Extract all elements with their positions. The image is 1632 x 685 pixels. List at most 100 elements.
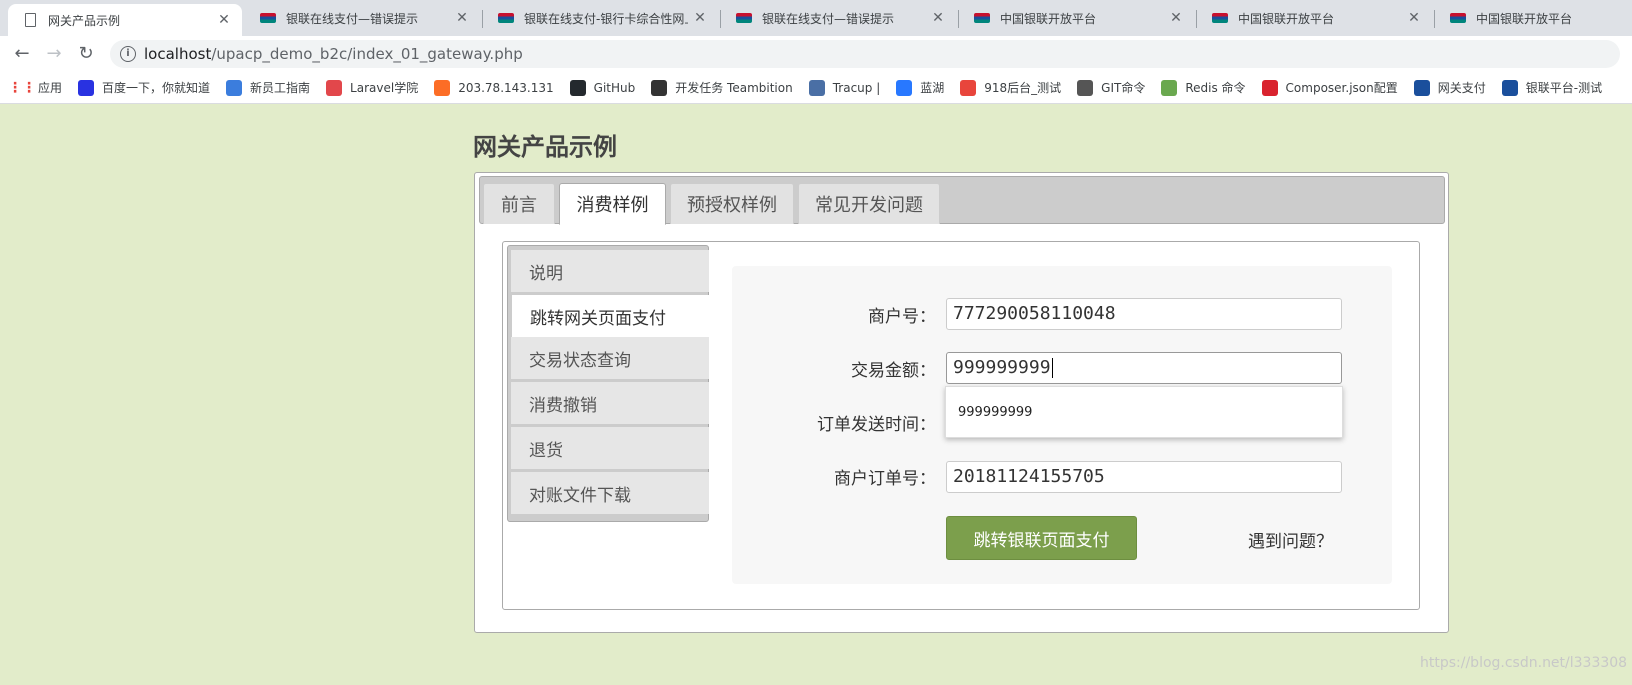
bookmark-item[interactable]: GitHub [569,79,636,96]
close-icon[interactable]: ✕ [450,10,474,26]
composer-icon [1261,79,1278,96]
browser-tab-title: 银联在线支付-银行卡综合性网上 [524,11,688,26]
order-id-input[interactable]: 20181124155705 [946,461,1342,493]
close-icon[interactable]: ✕ [212,12,236,28]
side-tab-description[interactable]: 说明 [511,250,709,292]
bookmark-item[interactable]: 918后台_测试 [960,79,1061,96]
browser-tab[interactable]: 中国银联开放平台 ✕ [960,0,1194,36]
close-icon[interactable]: ✕ [1164,10,1188,26]
gitlab-icon [434,79,451,96]
bookmark-item[interactable]: 203.78.143.131 [434,79,554,96]
bookmark-label: GitHub [593,80,636,95]
amount-input[interactable]: 999999999 [946,352,1342,384]
bookmark-item[interactable]: 蓝湖 [896,79,944,96]
browser-tab[interactable]: 中国银联开放平台✕ [1436,0,1632,36]
forward-arrow-icon[interactable]: → [42,42,66,66]
watermark: https://blog.csdn.net/l333308 [1420,655,1628,671]
browser-tab-title: 中国银联开放平台 [1000,11,1097,26]
bookmark-item[interactable]: Laravel学院 [326,79,418,96]
help-link[interactable]: 遇到问题？ [1248,527,1333,552]
tab-separator [482,10,483,28]
browser-tab[interactable]: 网关产品示例 ✕ [8,4,242,36]
bookmark-label: Redis 命令 [1185,81,1246,95]
tab-separator [958,10,959,28]
bookmark-item[interactable]: 网关支付 [1413,79,1486,96]
side-tab-reconciliation-download[interactable]: 对账文件下载 [511,472,709,514]
tab-separator [1434,10,1435,28]
tab-faq[interactable]: 常见开发问题 [798,183,940,224]
browser-tab-title: 中国银联开放平台 [1476,11,1573,26]
url-host: localhost [144,45,212,63]
bookmark-label: 百度一下，你就知道 [102,81,211,95]
bookmark-item[interactable]: 百度一下，你就知道 [78,79,210,96]
tracup-icon [808,79,825,96]
github-icon [569,79,586,96]
bookmark-item[interactable]: GIT命令 [1077,79,1145,96]
bookmark-item[interactable]: Composer.json配置 [1261,79,1398,96]
lanhu-icon [896,79,913,96]
unionpay-icon [498,10,514,26]
address-bar[interactable]: i localhost/upacp_demo_b2c/index_01_gate… [110,40,1620,68]
unionpay-icon [1212,10,1228,26]
side-tab-consume-cancel[interactable]: 消费撤销 [511,382,709,424]
reload-icon[interactable]: ↻ [74,42,98,66]
teambition-icon [651,79,668,96]
bookmark-label: 银联平台-测试 [1525,81,1603,95]
document-icon [22,12,38,28]
bookmark-label: Composer.json配置 [1285,81,1398,95]
bookmark-label: Laravel学院 [350,81,419,95]
bookmark-label: 918后台_测试 [984,81,1062,95]
browser-tab-title: 银联在线支付—错误提示 [762,11,895,26]
tab-consume-sample[interactable]: 消费样例 [559,183,666,225]
merchant-id-label: 商户号： [868,307,936,327]
browser-tab-title: 网关产品示例 [48,13,121,28]
autocomplete-suggestion[interactable]: 999999999 [945,386,1343,438]
unionpay-icon [736,10,752,26]
bookmark-item[interactable]: 银联平台-测试 [1501,79,1603,96]
order-id-label: 商户订单号： [834,469,936,489]
side-tab-status-query[interactable]: 交易状态查询 [511,337,709,379]
tab-preauth-sample[interactable]: 预授权样例 [670,183,794,224]
close-icon[interactable]: ✕ [1402,10,1426,26]
redis-icon [1161,79,1178,96]
bookmark-item[interactable]: Redis 命令 [1161,79,1246,96]
bookmark-item[interactable]: ⋮⋮ 应用 [8,79,63,96]
order-time-label: 订单发送时间： [817,415,936,435]
text-caret [1051,358,1053,378]
side-tab-gateway-pay[interactable]: 跳转网关页面支付 [511,295,711,337]
close-icon[interactable]: ✕ [688,10,712,26]
merchant-id-input[interactable]: 777290058110048 [946,298,1342,330]
bookmark-label: 开发任务 Teambition [675,81,793,95]
bookmark-label: 新员工指南 [250,81,311,95]
bookmark-label: 网关支付 [1437,81,1486,95]
back-arrow-icon[interactable]: ← [10,42,34,66]
bookmark-item[interactable]: 新员工指南 [226,79,310,96]
site-info-icon[interactable]: i [120,46,136,62]
tab-preface[interactable]: 前言 [483,183,555,224]
amount-value: 999999999 [953,357,1051,378]
browser-tab[interactable]: 银联在线支付—错误提示 ✕ [246,0,480,36]
bookmark-item[interactable]: Tracup | [808,79,881,96]
browser-tab[interactable]: 中国银联开放平台✕ [1198,0,1432,36]
note-icon [226,79,243,96]
unionpay-icon [974,10,990,26]
bookmark-label: 应用 [38,81,63,95]
unionpay-icon [1450,10,1466,26]
bookmarks-bar: ⋮⋮ 应用 百度一下，你就知道 新员工指南 Laravel学院 203.78.143.13… [0,72,1632,104]
submit-button[interactable]: 跳转银联页面支付 [946,516,1137,560]
browser-tab[interactable]: 银联在线支付—错误提示 ✕ [722,0,956,36]
browser-tab[interactable]: 银联在线支付-银行卡综合性网上 ✕ [484,0,718,36]
bookmark-label: Tracup | [832,80,881,95]
close-icon[interactable]: ✕ [926,10,950,26]
bookmark-item[interactable]: 开发任务 Teambition [651,79,793,96]
git-icon [1077,79,1094,96]
side-tab-refund[interactable]: 退货 [511,427,709,469]
bookmark-label: GIT命令 [1101,81,1146,95]
bookmark-label: 203.78.143.131 [458,80,554,95]
apps-grid-icon: ⋮⋮ [8,79,36,96]
unionpay-icon [1413,79,1430,96]
bookmark-label: 蓝湖 [920,81,945,95]
laravel-icon [326,79,343,96]
baidu-paw-icon [78,79,95,96]
tab-separator [1196,10,1197,28]
